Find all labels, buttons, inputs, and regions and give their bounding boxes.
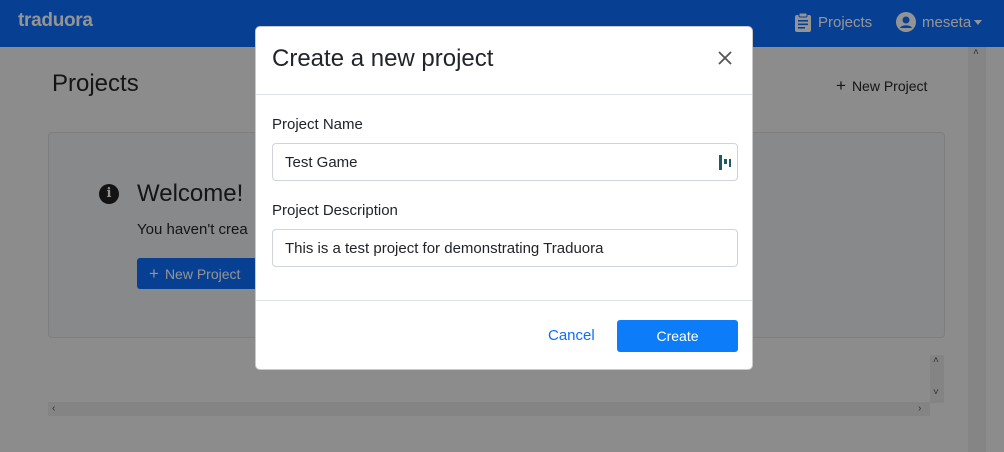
modal-header: Create a new project — [256, 27, 752, 95]
modal-title: Create a new project — [272, 45, 494, 72]
close-icon[interactable] — [716, 49, 734, 67]
password-manager-icon[interactable] — [719, 155, 731, 170]
project-description-input[interactable]: This is a test project for demonstrating… — [272, 229, 738, 267]
project-description-value: This is a test project for demonstrating… — [285, 239, 604, 257]
project-name-value: Test Game — [285, 153, 358, 171]
cancel-button[interactable]: Cancel — [548, 327, 595, 344]
project-name-label: Project Name — [272, 116, 363, 133]
project-name-input[interactable]: Test Game — [272, 143, 738, 181]
create-button[interactable]: Create — [617, 320, 738, 352]
project-description-label: Project Description — [272, 202, 398, 219]
modal-footer-divider — [256, 300, 752, 301]
create-project-modal: Create a new project Project Name Test G… — [255, 26, 753, 370]
